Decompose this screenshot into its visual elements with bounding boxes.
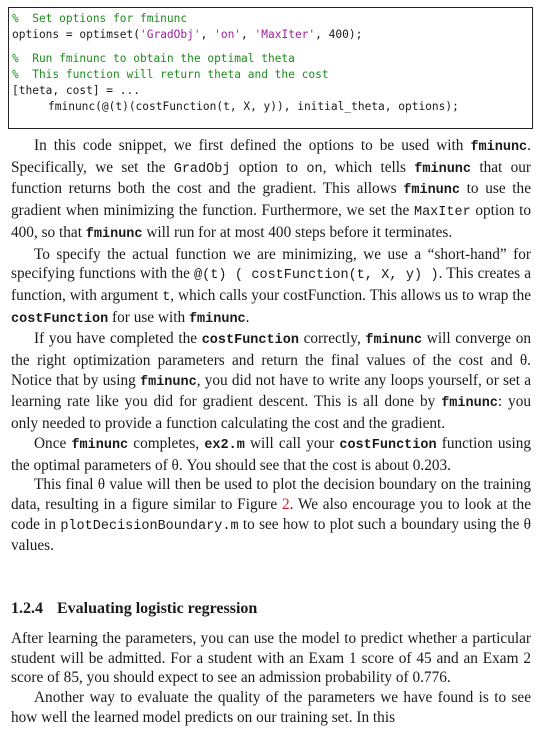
section-number: 1.2.4 <box>11 600 43 617</box>
code-text: , <box>200 28 215 41</box>
paragraph-evaluating: After learning the parameters, you can u… <box>11 630 531 687</box>
text: will run for at most 400 steps before it… <box>142 223 453 241</box>
code-comment: % Run fminunc to obtain the optimal thet… <box>12 52 295 65</box>
paragraph-training-accuracy: Another way to evaluate the quality of t… <box>11 689 531 726</box>
code-line-assign: [theta, cost] = ... <box>12 84 140 97</box>
code-line-optimset: options = optimset('GradObj', 'on', 'Max… <box>12 27 532 43</box>
text: , which tells <box>322 158 415 176</box>
code-comment: % Set options for fminunc <box>12 12 188 25</box>
code-term: costFunction <box>339 437 437 453</box>
figure-link[interactable]: 2 <box>282 496 290 513</box>
code-text: , 400); <box>315 28 363 41</box>
text: option to <box>230 158 307 176</box>
code-term: @(t) ( costFunction(t, X, y) ) <box>194 268 439 284</box>
text: completes, <box>128 434 205 452</box>
code-term: ex2.m <box>204 437 245 453</box>
code-term: fminunc <box>188 311 246 327</box>
code-term: fminunc <box>85 226 143 242</box>
code-term: fminunc <box>403 183 460 199</box>
paragraph-shorthand: To specify the actual function we are mi… <box>11 245 531 330</box>
code-term: plotDecisionBoundary.m <box>60 518 239 534</box>
code-line-fminunc: fminunc(@(t)(costFunction(t, X, y)), ini… <box>48 100 459 113</box>
code-comment: % This function will return theta and th… <box>12 68 329 81</box>
code-term: costFunction <box>11 311 109 327</box>
text: , which calls your costFunction. This al… <box>170 286 532 304</box>
body-text-section: After learning the parameters, you can u… <box>11 629 531 728</box>
code-term: costFunction <box>201 333 299 349</box>
code-text: options = optimset( <box>12 28 140 41</box>
text: correctly, <box>298 330 366 348</box>
text: If you have completed the <box>34 330 202 348</box>
text: Once <box>34 434 72 452</box>
code-term: fminunc <box>365 333 423 349</box>
code-string: 'GradObj' <box>139 28 201 41</box>
code-text: , <box>241 28 255 41</box>
code-term: fminunc <box>441 396 498 412</box>
section-heading: 1.2.4 Evaluating logistic regression <box>11 600 257 618</box>
text: will call your <box>244 434 340 452</box>
paragraph-completes: Once fminunc completes, ex2.m will call … <box>11 434 531 475</box>
code-string: 'on' <box>214 28 242 41</box>
code-term: fminunc <box>470 140 528 155</box>
code-term: fminunc <box>140 374 197 390</box>
code-term: on <box>306 161 323 177</box>
text: . <box>245 308 250 326</box>
section-title: Evaluating logistic regression <box>57 600 258 617</box>
body-text: In this code snippet, we first defined t… <box>11 136 531 556</box>
code-term: MaxIter <box>413 205 471 221</box>
paragraph-options: In this code snippet, we first defined t… <box>11 136 531 245</box>
paragraph-decision-boundary: This final θ value will then be used to … <box>11 475 531 556</box>
paragraph-converge: If you have completed the costFunction c… <box>11 329 531 434</box>
text: In this code snippet, we first defined t… <box>34 137 471 154</box>
code-string: 'MaxIter' <box>254 28 316 41</box>
code-term: GradObj <box>173 161 231 177</box>
code-listing: % Set options for fminunc options = opti… <box>8 7 533 129</box>
code-term: fminunc <box>71 437 129 453</box>
code-term: fminunc <box>414 161 472 177</box>
text: for use with <box>108 308 189 326</box>
